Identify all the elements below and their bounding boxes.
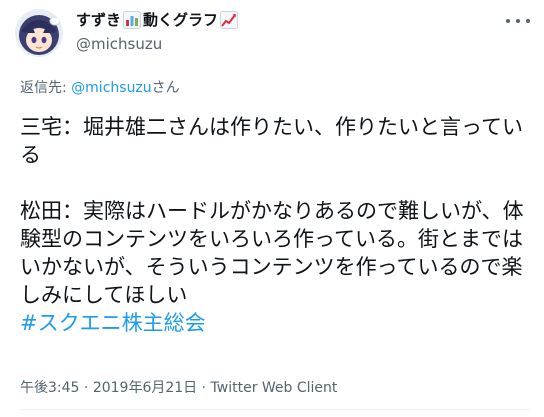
reply-mention-link[interactable]: @michsuzu <box>71 80 152 96</box>
dot-icon <box>526 19 530 23</box>
tweet-text: 三宅：堀井雄二さんは作りたい、作りたいと言っている 松田：実際はハードルがかなり… <box>20 113 532 337</box>
tweet-metadata: 午後3:45 · 2019年6月21日 · Twitter Web Client <box>20 377 337 397</box>
avatar[interactable] <box>15 9 63 57</box>
meta-separator: · <box>79 380 93 396</box>
tweet-time-link[interactable]: 午後3:45 <box>20 380 79 396</box>
author-name-suffix: 動くグラフ <box>143 11 219 29</box>
dot-icon <box>506 19 510 23</box>
more-options-icon[interactable] <box>506 14 530 28</box>
hashtag-link[interactable]: #スクエニ株主総会 <box>20 311 206 335</box>
tweet-date-link[interactable]: 2019年6月21日 <box>93 380 197 396</box>
reply-label: 返信先: <box>20 80 72 96</box>
author-handle[interactable]: @michsuzu <box>76 34 240 54</box>
author-display-name[interactable]: すずき 動くグラフ <box>76 10 240 30</box>
reply-suffix: さん <box>151 80 180 96</box>
meta-separator: · <box>197 380 211 396</box>
reply-context: 返信先: @michsuzuさん <box>20 79 180 97</box>
author-name-prefix: すずき <box>76 11 122 29</box>
chart-increasing-icon <box>220 11 239 29</box>
divider <box>20 409 530 410</box>
bar-chart-icon <box>123 11 142 29</box>
dot-icon <box>516 19 520 23</box>
tweet-body: 三宅：堀井雄二さんは作りたい、作りたいと言っている 松田：実際はハードルがかなり… <box>20 115 524 307</box>
tweet-source-link[interactable]: Twitter Web Client <box>211 380 338 396</box>
